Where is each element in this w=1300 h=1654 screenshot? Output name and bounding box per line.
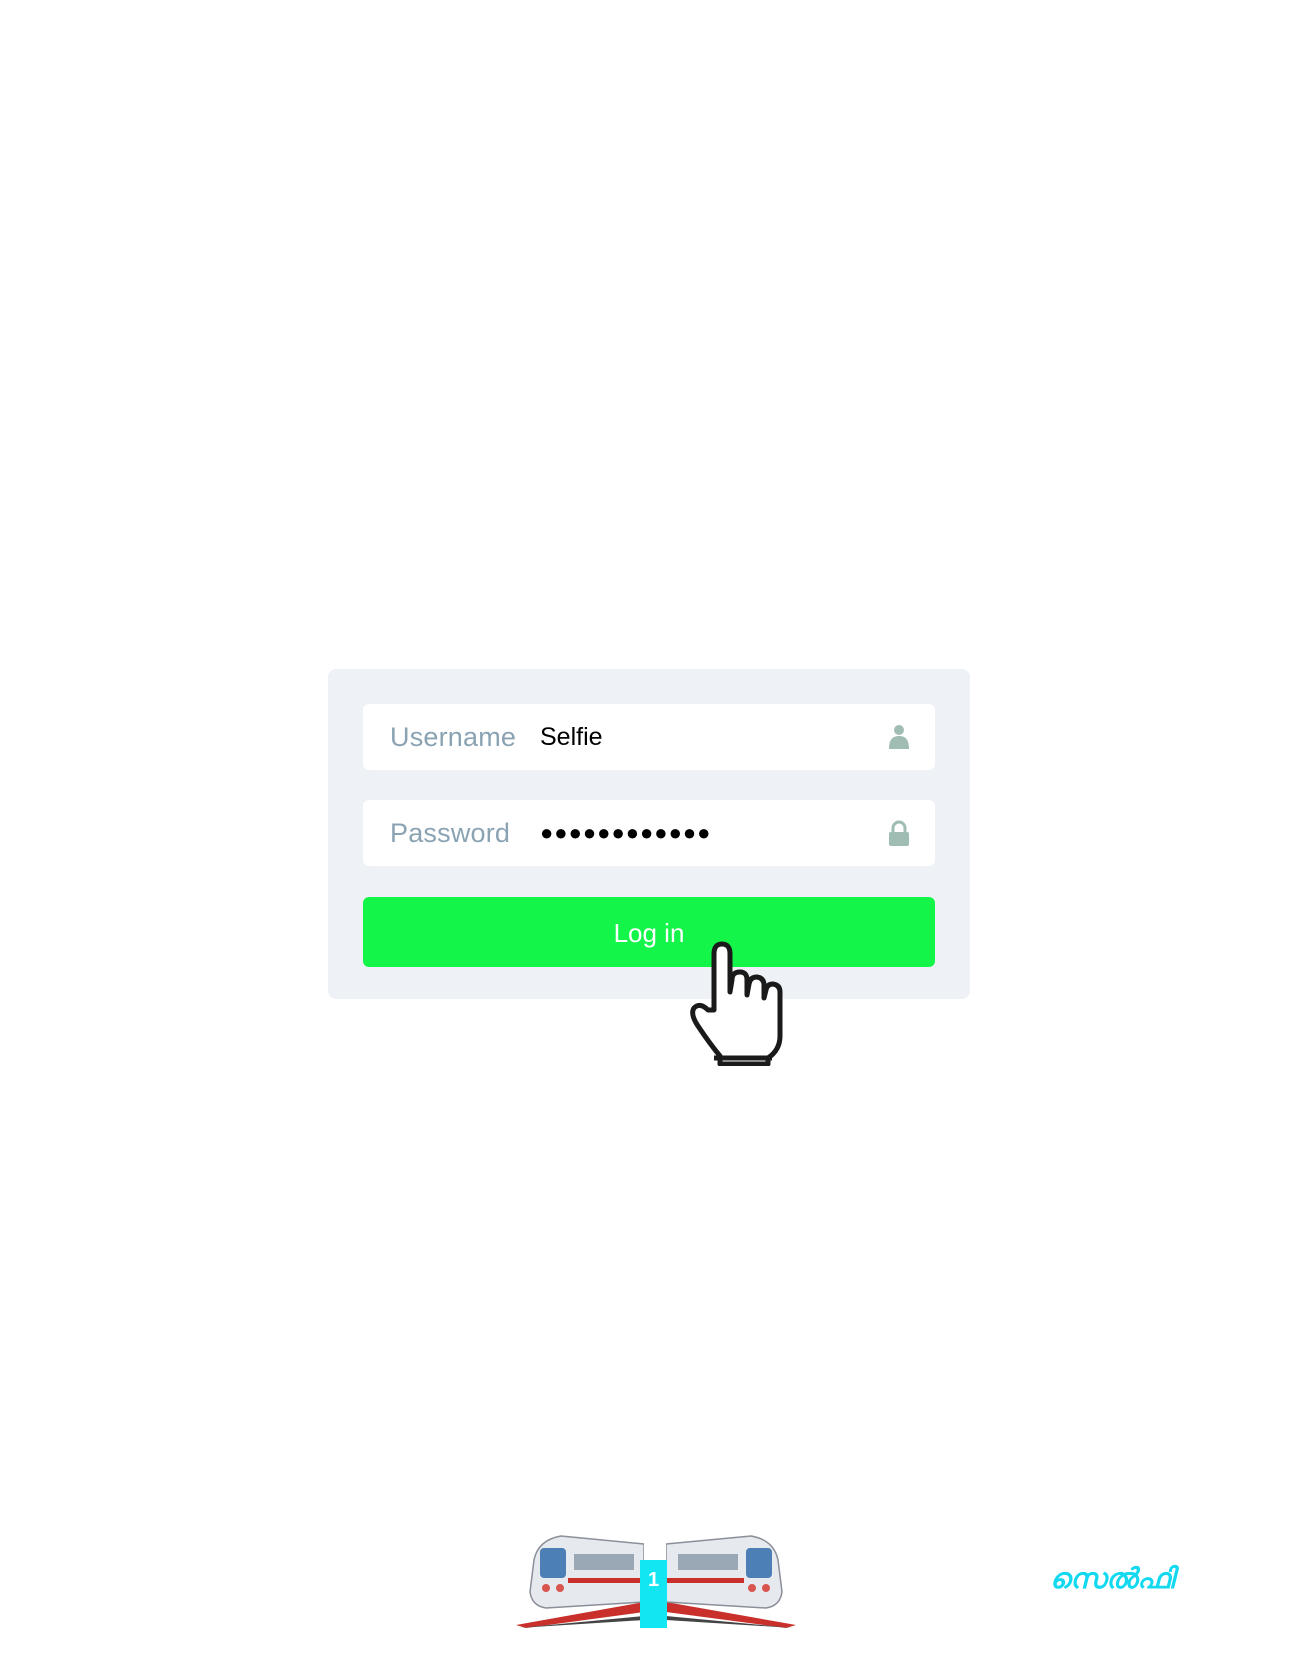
- login-button[interactable]: Log in: [363, 897, 935, 967]
- left-train-icon: [516, 1535, 644, 1628]
- password-label: Password: [390, 818, 511, 848]
- brand-logo-text: സെൽഫി: [1050, 1562, 1175, 1595]
- login-card: Username Selfie Password ●●●●●●●●●●●● Lo…: [328, 669, 970, 999]
- username-label: Username: [390, 722, 517, 752]
- person-icon: [889, 725, 909, 749]
- username-value[interactable]: Selfie: [540, 704, 603, 770]
- password-value[interactable]: ●●●●●●●●●●●●: [540, 800, 711, 866]
- right-train-icon: [666, 1535, 796, 1628]
- hand-cursor-icon: [690, 941, 783, 1066]
- username-field[interactable]: Username Selfie: [363, 704, 935, 770]
- lock-icon: [889, 820, 909, 846]
- page-number: 1: [640, 1560, 667, 1628]
- password-field[interactable]: Password ●●●●●●●●●●●●: [363, 800, 935, 866]
